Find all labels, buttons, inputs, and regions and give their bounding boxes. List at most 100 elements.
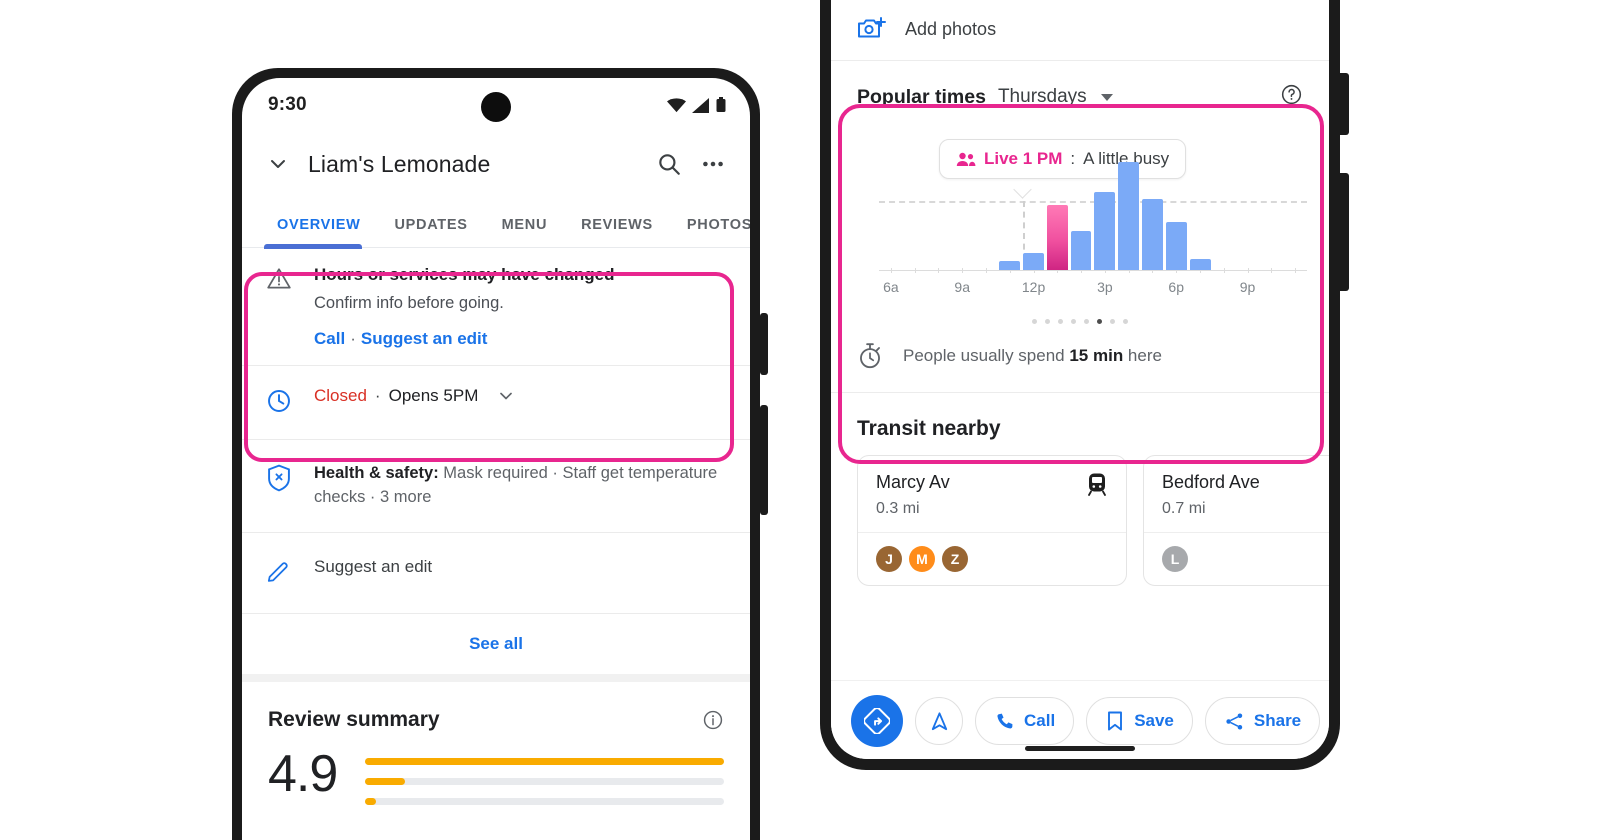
left-phone-screen: 9:30 Liam's Lemonade OVERVIEW UPDATES ME… bbox=[242, 78, 750, 840]
popular-times-day[interactable]: Thursdays bbox=[998, 86, 1087, 108]
tab-updates[interactable]: UPDATES bbox=[378, 217, 485, 247]
page-dot[interactable] bbox=[1123, 319, 1128, 324]
alert-actions: Call · Suggest an edit bbox=[314, 329, 726, 349]
rating-bar-group bbox=[365, 748, 724, 818]
page-dot[interactable] bbox=[1071, 319, 1076, 324]
page-dot[interactable] bbox=[1084, 319, 1089, 324]
page-dot[interactable] bbox=[1045, 319, 1050, 324]
chevron-down-icon[interactable] bbox=[496, 386, 516, 406]
rating-bar-fill bbox=[365, 777, 405, 785]
directions-button[interactable] bbox=[851, 695, 903, 747]
transit-card-header: Bedford Ave 0.7 mi bbox=[1144, 456, 1329, 532]
subway-line-badge: L bbox=[1162, 546, 1188, 572]
call-link[interactable]: Call bbox=[314, 329, 345, 348]
chart-bar bbox=[1142, 198, 1164, 270]
health-safety-row[interactable]: Health & safety: Mask required · Staff g… bbox=[242, 440, 750, 532]
tab-menu[interactable]: MENU bbox=[485, 217, 565, 247]
rating-bar-track bbox=[365, 757, 724, 765]
page-dot[interactable] bbox=[1110, 319, 1115, 324]
more-options-icon[interactable] bbox=[700, 151, 726, 177]
chart-x-tick-label: 6p bbox=[1168, 279, 1185, 295]
tab-active-indicator bbox=[264, 244, 362, 249]
chart-bars bbox=[879, 140, 1307, 270]
app-bar: Liam's Lemonade bbox=[242, 132, 750, 196]
right-phone-screen: Add photos Popular times Thursdays Live … bbox=[831, 0, 1329, 759]
tab-reviews[interactable]: REVIEWS bbox=[564, 217, 670, 247]
chart-x-tick-label: 6a bbox=[883, 279, 899, 295]
stopwatch-icon bbox=[860, 343, 880, 369]
chart-bar bbox=[1190, 259, 1212, 270]
clock-icon bbox=[266, 386, 296, 419]
suggest-edit-label: Suggest an edit bbox=[314, 556, 433, 576]
tab-bar: OVERVIEW UPDATES MENU REVIEWS PHOTOS bbox=[242, 196, 750, 249]
navigation-arrow-icon bbox=[931, 711, 947, 730]
add-photos-row[interactable]: Add photos bbox=[831, 0, 1329, 61]
open-status: Closed bbox=[314, 385, 367, 405]
page-dot[interactable] bbox=[1097, 319, 1102, 324]
time-spent-row: People usually spend 15 min here bbox=[831, 328, 1329, 392]
bookmark-icon bbox=[1108, 711, 1123, 731]
help-circle-icon[interactable] bbox=[1280, 83, 1303, 106]
rating-bar-track bbox=[365, 777, 724, 785]
power-button[interactable] bbox=[760, 405, 768, 515]
station-name: Bedford Ave bbox=[1162, 472, 1260, 492]
share-button-label: Share bbox=[1253, 711, 1302, 730]
suggest-edit-link[interactable]: Suggest an edit bbox=[361, 329, 488, 348]
subway-line-badge: Z bbox=[942, 546, 968, 572]
wifi-icon bbox=[667, 97, 686, 112]
add-photo-icon bbox=[858, 17, 886, 38]
transit-card-list: Marcy Av 0.3 mi J M Z Bedford Ave 0.7 mi… bbox=[831, 455, 1329, 586]
chart-page-dots[interactable] bbox=[831, 317, 1329, 328]
info-icon[interactable] bbox=[702, 709, 724, 731]
alert-title: Hours or services may have changed bbox=[314, 265, 615, 284]
tab-overview[interactable]: OVERVIEW bbox=[260, 217, 378, 247]
spend-suffix: here bbox=[1123, 346, 1162, 365]
popular-times-chart: Live 1 PM : A little busy 6a 9a 12p 3p 6p 9p bbox=[831, 117, 1329, 317]
page-title: Liam's Lemonade bbox=[308, 150, 491, 177]
page-dot[interactable] bbox=[1032, 319, 1037, 324]
popular-times-title: Popular times bbox=[857, 85, 986, 108]
caret-down-icon[interactable] bbox=[1100, 93, 1113, 101]
review-summary-header: Review summary bbox=[242, 682, 750, 732]
share-icon bbox=[1226, 712, 1243, 730]
signal-icon bbox=[692, 97, 709, 113]
status-time: 9:30 bbox=[268, 94, 307, 115]
suggest-edit-row[interactable]: Suggest an edit bbox=[242, 533, 750, 613]
hours-status-line: Closed · Opens 5PM bbox=[314, 386, 726, 406]
see-all-button[interactable]: See all bbox=[242, 614, 750, 674]
volume-button[interactable] bbox=[760, 313, 768, 375]
phone-icon bbox=[997, 713, 1013, 728]
time-spent-text: People usually spend 15 min here bbox=[903, 346, 1162, 366]
station-name: Marcy Av bbox=[876, 472, 950, 492]
call-button[interactable]: Call bbox=[975, 697, 1075, 745]
chart-bar bbox=[1070, 231, 1092, 270]
right-phone-frame: Add photos Popular times Thursdays Live … bbox=[820, 0, 1349, 770]
transit-station-card[interactable]: Bedford Ave 0.7 mi L bbox=[1143, 455, 1329, 586]
hours-row[interactable]: Closed · Opens 5PM bbox=[242, 366, 750, 439]
page-dot[interactable] bbox=[1058, 319, 1063, 324]
navigate-button[interactable] bbox=[915, 697, 963, 745]
station-distance: 0.7 mi bbox=[1162, 500, 1206, 517]
front-camera-punchhole bbox=[481, 92, 511, 122]
spend-prefix: People usually spend bbox=[903, 346, 1070, 365]
chevron-down-icon[interactable] bbox=[266, 152, 290, 176]
power-button[interactable] bbox=[1340, 173, 1349, 291]
search-icon[interactable] bbox=[656, 151, 682, 177]
chart-x-tick-label: 9a bbox=[954, 279, 971, 295]
subway-line-badge: J bbox=[876, 546, 902, 572]
chart-x-tick-label: 9p bbox=[1239, 279, 1256, 295]
chart-x-labels: 6a 9a 12p 3p 6p 9p bbox=[879, 279, 1307, 299]
review-summary-body: 4.9 bbox=[242, 732, 750, 818]
chart-x-tick-label: 12p bbox=[1021, 279, 1046, 295]
volume-button[interactable] bbox=[1340, 73, 1349, 135]
share-button[interactable]: Share bbox=[1204, 697, 1321, 745]
shield-health-icon bbox=[266, 462, 296, 510]
hours-separator: · bbox=[374, 385, 381, 405]
save-button[interactable]: Save bbox=[1086, 697, 1193, 745]
transit-station-card[interactable]: Marcy Av 0.3 mi J M Z bbox=[857, 455, 1127, 586]
status-icon-group bbox=[667, 97, 726, 113]
popular-times-help[interactable] bbox=[1280, 83, 1303, 111]
alert-subtitle: Confirm info before going. bbox=[314, 293, 504, 312]
transit-lines: L bbox=[1144, 532, 1329, 585]
tab-photos[interactable]: PHOTOS bbox=[670, 217, 750, 247]
